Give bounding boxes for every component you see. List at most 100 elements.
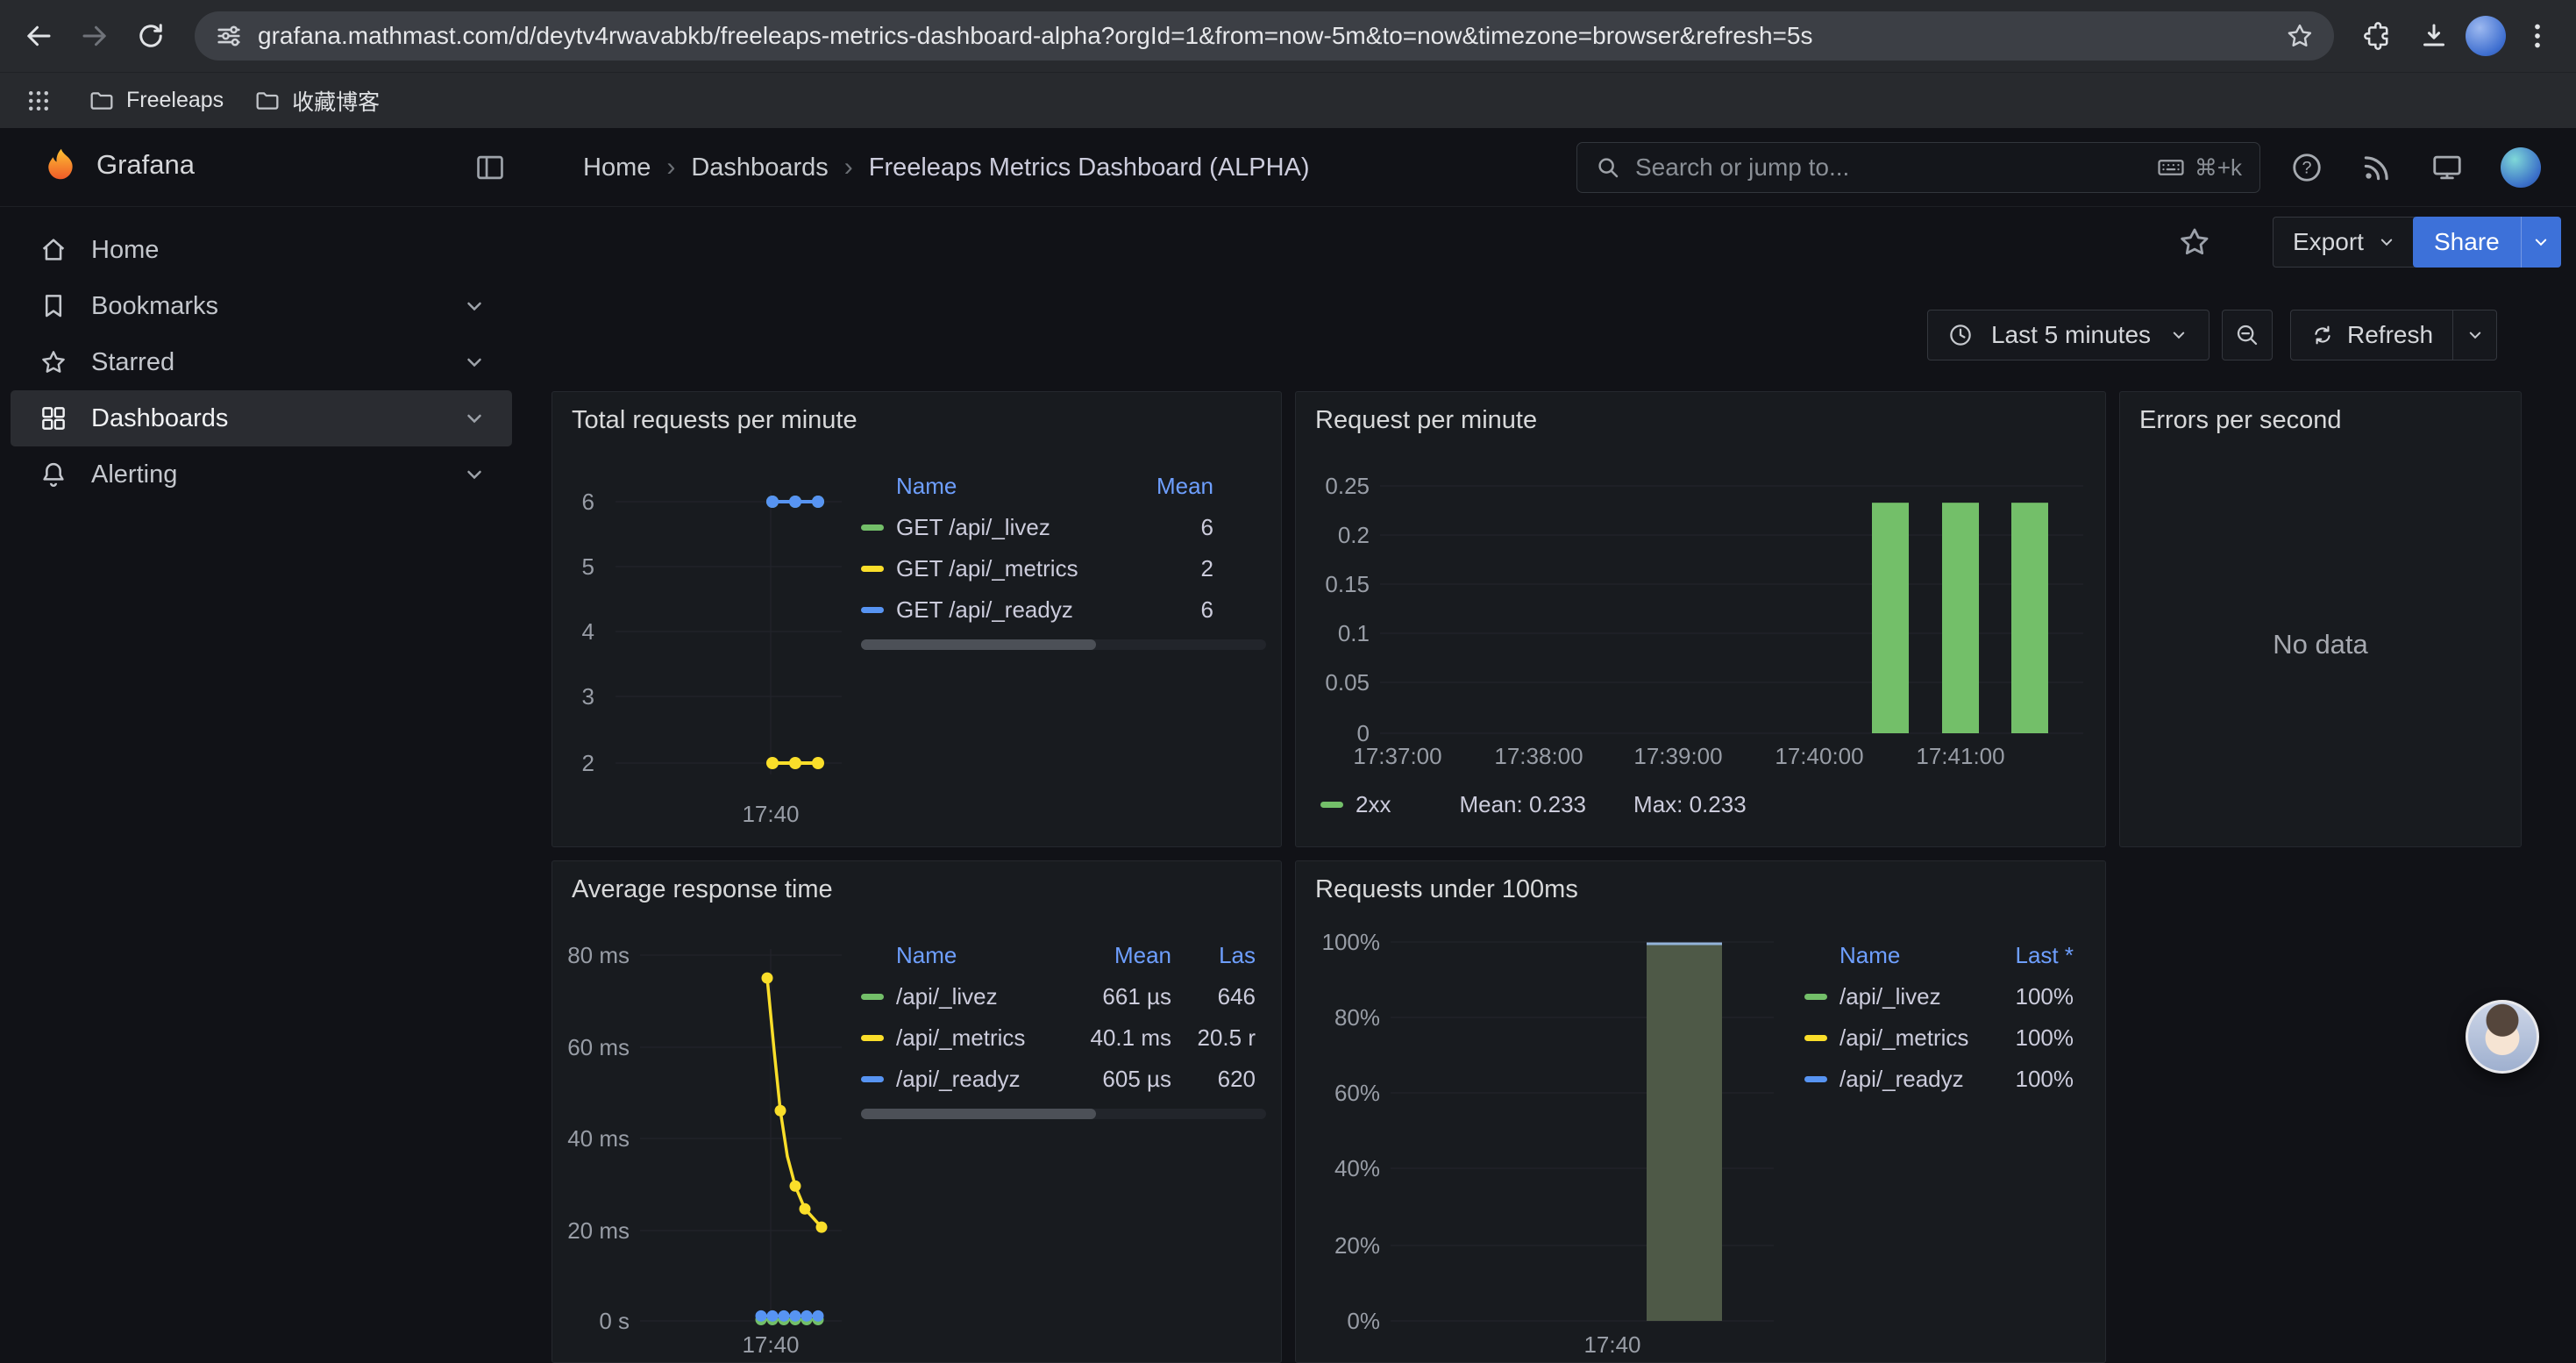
time-range-label: Last 5 minutes — [1986, 321, 2156, 349]
share-split-button: Share — [2413, 217, 2561, 268]
svg-text:0.1: 0.1 — [1338, 620, 1370, 646]
keyboard-icon — [2156, 153, 2186, 182]
legend-column-header[interactable]: Name — [1804, 942, 1977, 969]
sidebar-item-alerting[interactable]: Alerting — [11, 446, 512, 503]
series-color-swatch — [1320, 802, 1343, 808]
legend-series-name[interactable]: GET /api/_metrics — [861, 555, 1117, 582]
svg-text:17:40: 17:40 — [1583, 1331, 1640, 1358]
svg-text:4: 4 — [582, 618, 594, 645]
breadcrumb-item: Freeleaps Metrics Dashboard (ALPHA) — [869, 153, 1310, 182]
reload-icon[interactable] — [126, 11, 175, 61]
svg-text:80 ms: 80 ms — [567, 942, 630, 968]
scrollbar-thumb[interactable] — [861, 639, 1096, 650]
search-input[interactable]: Search or jump to... ⌘+k — [1576, 142, 2260, 193]
legend-column-header[interactable]: Mean — [1049, 942, 1171, 969]
news-rss-icon[interactable] — [2360, 151, 2394, 184]
favorite-star-icon[interactable] — [2175, 223, 2214, 261]
bookmark-star-icon[interactable] — [2285, 21, 2315, 51]
bell-icon — [39, 460, 68, 489]
legend-series-name[interactable]: GET /api/_livez — [861, 514, 1117, 541]
svg-text:17:40:00: 17:40:00 — [1775, 743, 1863, 769]
sidebar-toggle-icon[interactable] — [473, 151, 507, 184]
back-icon[interactable] — [14, 11, 63, 61]
chevron-down-icon[interactable] — [461, 405, 487, 432]
chevron-down-icon — [2376, 232, 2397, 253]
browser-menu-kebab-icon[interactable] — [2513, 11, 2562, 61]
share-button[interactable]: Share — [2413, 217, 2521, 268]
sidebar-item-label: Home — [91, 236, 487, 265]
refresh-interval-chevron-icon[interactable] — [2453, 310, 2497, 360]
svg-text:0.25: 0.25 — [1325, 473, 1370, 499]
series-color-swatch — [861, 1076, 884, 1082]
panel-title[interactable]: Request per minute — [1315, 406, 1537, 435]
panel-title[interactable]: Requests under 100ms — [1315, 875, 1578, 904]
user-avatar[interactable] — [2501, 147, 2541, 188]
extensions-icon[interactable] — [2353, 11, 2402, 61]
sidebar-item-starred[interactable]: Starred — [11, 334, 512, 390]
legend-row: GET /api/_readyz6 — [861, 589, 1266, 631]
home-icon — [39, 235, 68, 265]
legend-series-name[interactable]: /api/_readyz — [1804, 1066, 1977, 1093]
legend-column-header[interactable]: Name — [861, 942, 1049, 969]
legend-series-name[interactable]: /api/_metrics — [1804, 1024, 1977, 1052]
breadcrumb-item[interactable]: Dashboards — [691, 153, 828, 182]
export-label: Export — [2293, 228, 2364, 256]
svg-text:17:40: 17:40 — [742, 1331, 799, 1358]
sidebar-item-dashboards[interactable]: Dashboards — [11, 390, 512, 446]
browser-toolbar: grafana.mathmast.com/d/deytv4rwavabkb/fr… — [0, 0, 2576, 72]
share-menu-chevron-icon[interactable] — [2521, 217, 2561, 268]
zoom-out-icon[interactable] — [2222, 310, 2273, 360]
apps-grid-icon[interactable] — [19, 82, 58, 120]
panel-title[interactable]: Average response time — [572, 875, 833, 904]
monitor-icon[interactable] — [2430, 151, 2464, 184]
legend-series-name[interactable]: GET /api/_readyz — [861, 596, 1117, 624]
legend-series-name[interactable]: /api/_readyz — [861, 1066, 1049, 1093]
legend-series-name[interactable]: /api/_metrics — [861, 1024, 1049, 1052]
bookmark-label: Freeleaps — [126, 88, 224, 113]
legend-scrollbar[interactable] — [861, 639, 1266, 650]
browser-profile-avatar[interactable] — [2466, 16, 2506, 56]
search-placeholder: Search or jump to... — [1635, 153, 2142, 182]
apps-icon — [39, 403, 68, 433]
chevron-down-icon[interactable] — [461, 293, 487, 319]
scrollbar-thumb[interactable] — [861, 1109, 1096, 1119]
forward-icon[interactable] — [70, 11, 119, 61]
legend-scrollbar[interactable] — [861, 1109, 1266, 1119]
address-bar[interactable]: grafana.mathmast.com/d/deytv4rwavabkb/fr… — [195, 11, 2334, 61]
bookmark-item-blog[interactable]: 收藏博客 — [253, 85, 380, 117]
legend-value: 20.5 r — [1171, 1024, 1256, 1052]
downloads-icon[interactable] — [2409, 11, 2459, 61]
chevron-down-icon[interactable] — [461, 461, 487, 488]
legend-max: Max: 0.233 — [1633, 791, 1747, 818]
legend-column-header[interactable]: Las — [1171, 942, 1256, 969]
sidebar-item-bookmarks[interactable]: Bookmarks — [11, 278, 512, 334]
legend-value: 100% — [1977, 1024, 2074, 1052]
legend-column-header[interactable]: Mean — [1117, 473, 1213, 500]
help-icon[interactable]: ? — [2290, 151, 2323, 184]
legend-column-header[interactable]: Last * — [1977, 942, 2074, 969]
legend-series-name[interactable]: /api/_livez — [861, 983, 1049, 1010]
panel-request-per-minute: Request per minute 0.250.20.150.10.05017… — [1295, 391, 2106, 847]
refresh-split-button: Refresh — [2290, 310, 2497, 360]
bookmark-item-freeleaps[interactable]: Freeleaps — [88, 87, 224, 115]
url-text[interactable]: grafana.mathmast.com/d/deytv4rwavabkb/fr… — [258, 22, 2271, 50]
site-info-icon[interactable] — [214, 21, 244, 51]
time-range-picker[interactable]: Last 5 minutes — [1927, 310, 2210, 360]
chart-canvas[interactable]: 0.250.20.150.10.05017:37:0017:38:0017:39… — [1296, 392, 2107, 848]
legend-series-name[interactable]: 2xx — [1356, 791, 1391, 818]
svg-text:17:37:00: 17:37:00 — [1353, 743, 1441, 769]
assistant-avatar-button[interactable] — [2466, 1000, 2539, 1074]
grafana-logo[interactable] — [39, 145, 84, 190]
export-button[interactable]: Export — [2273, 217, 2417, 268]
series-color-swatch — [1804, 1076, 1827, 1082]
series-color-swatch — [1804, 994, 1827, 1000]
sidebar-item-home[interactable]: Home — [11, 222, 512, 278]
legend-column-header[interactable]: Name — [861, 473, 1117, 500]
legend-series-name[interactable]: /api/_livez — [1804, 983, 1977, 1010]
series-color-swatch — [861, 525, 884, 531]
chevron-down-icon[interactable] — [461, 349, 487, 375]
breadcrumb-item[interactable]: Home — [583, 153, 651, 182]
refresh-button[interactable]: Refresh — [2290, 310, 2453, 360]
panel-title[interactable]: Total requests per minute — [572, 406, 857, 435]
panel-title[interactable]: Errors per second — [2139, 406, 2342, 435]
